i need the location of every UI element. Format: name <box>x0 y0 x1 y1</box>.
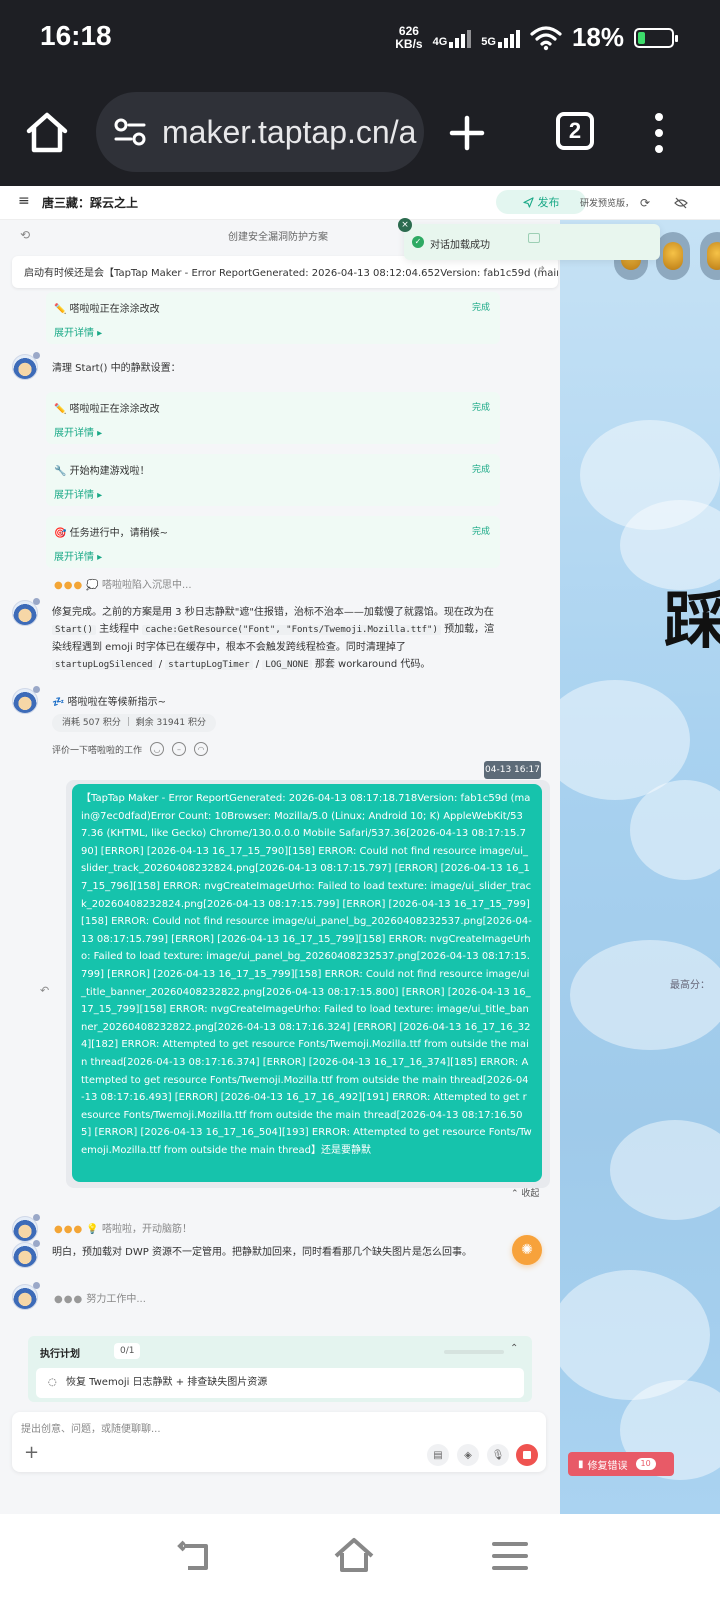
tool-card: 🎯 任务进行中，请稍候~ 完成 展开详情 ▸ <box>46 516 500 568</box>
address-bar[interactable]: maker.taptap.cn/a <box>96 92 424 172</box>
fix-errors-button[interactable]: ▮ 修复错误 10 <box>568 1452 674 1476</box>
close-icon[interactable]: × <box>398 218 412 232</box>
check-icon: ✓ <box>412 236 424 248</box>
tool-card: 🔧 开始构建游戏啦！ 完成 展开详情 ▸ <box>46 454 500 506</box>
status-icons: 626 KB/s 4G 5G 18% <box>395 22 678 53</box>
publish-button[interactable]: 发布 <box>496 190 586 214</box>
neutral-face-icon[interactable]: – <box>172 742 187 756</box>
wifi-icon <box>530 25 562 50</box>
recents-menu-icon[interactable] <box>490 1538 530 1574</box>
send-icon <box>522 196 534 208</box>
network-speed: 626 KB/s <box>395 23 423 51</box>
tool-card: ✏️ 嗒啦啦正在涂涂改改 完成 展开详情 ▸ <box>46 292 500 344</box>
error-count-badge: 10 <box>635 1458 656 1470</box>
tool-card: ✏️ 嗒啦啦正在涂涂改改 完成 展开详情 ▸ <box>46 392 500 444</box>
app-main: ≡ 唐三藏：踩云之上 发布 研发预览版，不会上传 ⟳ ⟲ 创建安全漏洞防护方案 … <box>0 186 720 1514</box>
tab-switcher-button[interactable]: 2 <box>556 112 594 150</box>
avatar <box>12 1240 40 1268</box>
sad-face-icon[interactable]: ◠ <box>194 742 209 756</box>
battery-icon <box>634 27 678 48</box>
layers-icon[interactable]: ◈ <box>457 1444 479 1466</box>
microphone-icon[interactable]: 🎙 <box>487 1444 509 1466</box>
plan-progress-count: 0/1 <box>114 1343 141 1359</box>
new-tab-icon[interactable] <box>440 106 494 160</box>
battery-percent: 18% <box>571 22 624 52</box>
plan-progress-bar <box>444 1350 504 1354</box>
working-indicator: ●●● 努力工作中... <box>54 1294 146 1305</box>
expand-details-link[interactable]: 展开详情 ▸ <box>54 486 102 501</box>
refresh-icon[interactable]: ⟳ <box>632 190 658 216</box>
app-header: ≡ 唐三藏：踩云之上 发布 研发预览版，不会上传 ⟳ <box>0 186 720 220</box>
expand-details-link[interactable]: 展开详情 ▸ <box>54 548 102 563</box>
rating-row: 评价一下嗒啦啦的工作 ◡ – ◠ <box>52 742 209 756</box>
signal-4g-icon: 4G <box>433 28 472 48</box>
url-text: maker.taptap.cn/a <box>162 113 417 150</box>
expand-details-link[interactable]: 展开详情 ▸ <box>54 324 102 339</box>
message-timestamp: 04-13 16:17 <box>484 761 541 779</box>
more-menu-icon[interactable] <box>632 106 686 160</box>
expand-details-link[interactable]: 展开详情 ▸ <box>54 424 102 439</box>
avatar <box>12 598 40 626</box>
collapse-button[interactable]: ⌃ 收起 <box>511 1186 539 1199</box>
assistant-message: 修复完成。之前的方案是用 3 秒日志静默"遮"住报错，治标不治本——加载慢了就露… <box>52 607 495 670</box>
status-badge: 完成 <box>471 403 490 413</box>
site-settings-icon[interactable] <box>112 114 148 150</box>
chat-bubble-icon <box>528 233 540 243</box>
plan-task: ◌ 恢复 Twemoji 日志静默 + 排查缺失图片资源 <box>36 1368 524 1398</box>
status-badge: 完成 <box>471 527 490 537</box>
menu-icon[interactable]: ≡ <box>18 193 30 209</box>
toast-notification: × ✓ 对话加载成功 <box>398 218 660 260</box>
avatar <box>12 686 40 714</box>
back-icon[interactable] <box>176 1536 216 1576</box>
best-score-label: 最高分： <box>670 980 710 991</box>
assistant-message: 明白，预加载对 DWP 资源不一定管用。把静默加回来，同时看看那几个缺失图片是怎… <box>52 1247 472 1258</box>
thinking-indicator: ●●● 💡 嗒啦啦，开动脑筋！ <box>54 1224 193 1235</box>
waiting-status: 💤 嗒啦啦在等候新指示~ <box>52 697 167 708</box>
system-nav-bar <box>0 1514 720 1600</box>
undo-icon[interactable]: ↶ <box>40 984 49 997</box>
clipboard-icon: ▮ <box>578 1458 584 1470</box>
avatar <box>12 1282 40 1310</box>
avatar <box>12 1214 40 1242</box>
assistant-message: 清理 Start() 中的静默设置： <box>52 363 181 374</box>
share-icon[interactable]: ↱ <box>537 264 546 277</box>
project-title: 唐三藏：踩云之上 <box>42 196 139 210</box>
hide-preview-icon[interactable] <box>668 190 694 216</box>
pinned-error-message[interactable]: 启动有时候还是会【TapTap Maker - Error ReportGene… <box>12 256 558 288</box>
chat-input-placeholder: 提出创意、问题，或随便聊聊... <box>21 1424 161 1435</box>
chevron-up-icon[interactable]: ⌃ <box>510 1343 518 1354</box>
document-icon[interactable]: ▤ <box>427 1444 449 1466</box>
loading-spinner-icon: ◌ <box>48 1377 57 1388</box>
signal-5g-icon: 5G <box>481 28 520 48</box>
user-message: 【TapTap Maker - Error ReportGenerated: 2… <box>72 784 542 1182</box>
game-title-calligraphy: 踩 <box>664 584 720 657</box>
chat-panel: ⟲ 创建安全漏洞防护方案 启动有时候还是会【TapTap Maker - Err… <box>0 220 572 1514</box>
gold-item-icon <box>700 232 720 280</box>
suggestion-fab-icon[interactable]: ✺ <box>512 1235 542 1265</box>
game-preview[interactable]: 踩 最高分： ▮ 修复错误 10 <box>560 220 720 1514</box>
thinking-indicator: ●●● 💭 嗒啦啦陷入沉思中... <box>54 580 192 591</box>
home-icon[interactable] <box>332 1536 376 1576</box>
execution-plan[interactable]: 执行计划 0/1 ⌃ ◌ 恢复 Twemoji 日志静默 + 排查缺失图片资源 <box>28 1336 532 1402</box>
browser-toolbar: maker.taptap.cn/a 2 <box>0 80 720 186</box>
status-bar: 16:18 626 KB/s 4G 5G 18% <box>0 0 720 80</box>
stop-generation-button[interactable] <box>516 1444 538 1466</box>
gold-statue-icon <box>656 232 690 280</box>
status-badge: 完成 <box>471 303 490 313</box>
credits-badge: 消耗 507 积分 ｜ 剩余 31941 积分 <box>52 714 216 732</box>
happy-face-icon[interactable]: ◡ <box>150 742 165 756</box>
chat-input[interactable]: 提出创意、问题，或随便聊聊... + ▤ ◈ 🎙 <box>12 1412 546 1472</box>
home-icon[interactable] <box>20 106 74 160</box>
avatar <box>12 352 40 380</box>
clock: 16:18 <box>40 20 112 51</box>
add-attachment-icon[interactable]: + <box>24 1442 39 1463</box>
status-badge: 完成 <box>471 465 490 475</box>
